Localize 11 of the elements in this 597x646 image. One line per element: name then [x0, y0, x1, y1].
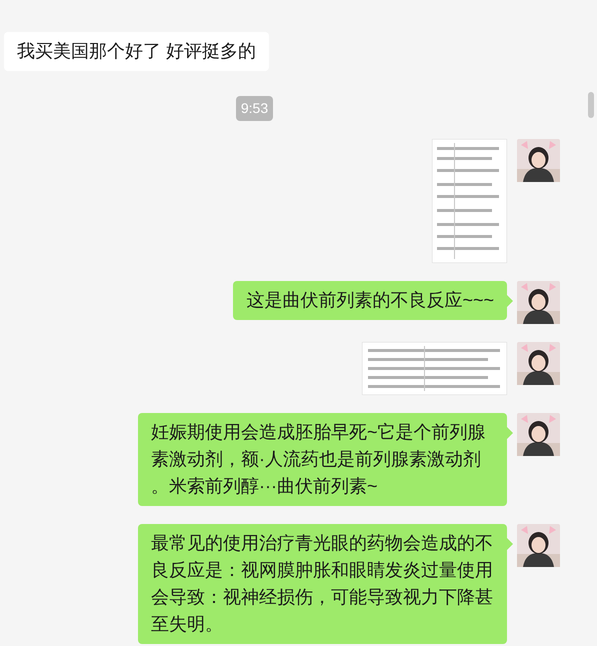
avatar[interactable]: [517, 413, 560, 456]
timestamp: 9:53: [236, 96, 274, 121]
message-bubble[interactable]: 我买美国那个好了 好评挺多的: [4, 32, 270, 71]
message-bubble[interactable]: 妊娠期使用会造成胚胎早死~它是个前列腺素激动剂，额·人流药也是前列腺素激动剂。米索前列醇···曲伏前列素~: [138, 413, 507, 506]
scrollbar[interactable]: [588, 92, 594, 118]
avatar[interactable]: [517, 342, 560, 385]
avatar[interactable]: [517, 524, 560, 567]
message-bubble[interactable]: 这是曲伏前列素的不良反应~~~: [233, 281, 507, 320]
avatar[interactable]: [517, 139, 560, 182]
message-bubble[interactable]: 最常见的使用治疗青光眼的药物会造成的不良反应是：视网膜肿胀和眼睛发炎过量使用会导致：视神经损伤，可能导致视力下降甚至失明。: [138, 524, 507, 644]
avatar[interactable]: [517, 281, 560, 324]
